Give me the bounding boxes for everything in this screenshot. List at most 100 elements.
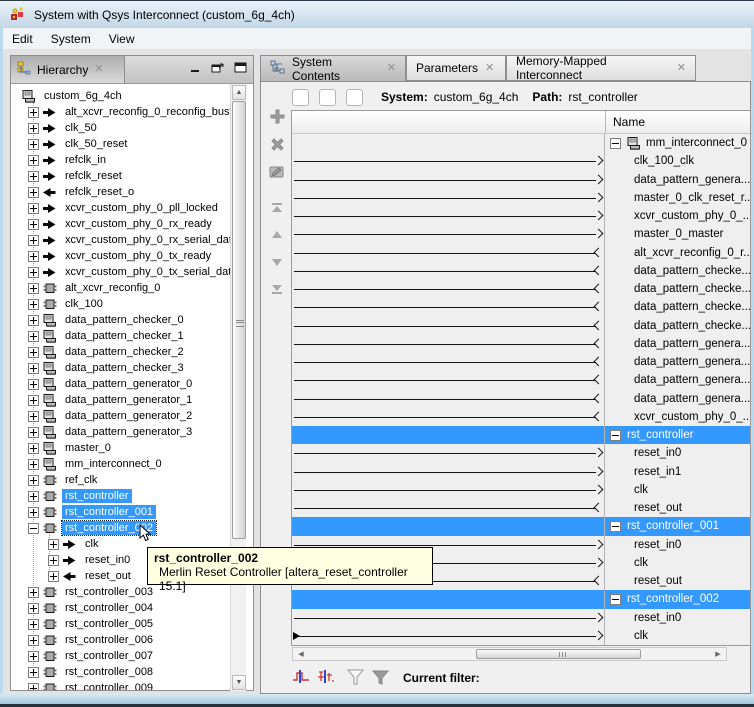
tree-item-rst_controller[interactable]: rst_controller bbox=[12, 488, 230, 504]
expand-icon[interactable] bbox=[28, 347, 39, 358]
table-row-data_pattern_checke...[interactable]: data_pattern_checke... bbox=[292, 262, 750, 280]
filter-funnel-icon[interactable] bbox=[346, 669, 365, 688]
table-row-data_pattern_genera...[interactable]: data_pattern_genera... bbox=[292, 371, 750, 389]
expand-icon[interactable] bbox=[28, 475, 39, 486]
tree-item-data_pattern_generator_3[interactable]: data_pattern_generator_3 bbox=[12, 424, 230, 440]
title-bar[interactable]: System with Qsys Interconnect (custom_6g… bbox=[0, 0, 754, 28]
table-row-alt_xcvr_reconfig_0_r...[interactable]: alt_xcvr_reconfig_0_r... bbox=[292, 244, 750, 262]
collapse-icon[interactable] bbox=[610, 430, 621, 441]
tree-item-refclk_reset_o[interactable]: refclk_reset_o bbox=[12, 184, 230, 200]
expand-icon[interactable] bbox=[28, 155, 39, 166]
table-row-rst_controller_001[interactable]: rst_controller_001 bbox=[292, 517, 750, 535]
tree-item-master_0[interactable]: master_0 bbox=[12, 440, 230, 456]
tree-item-rst_controller_002[interactable]: rst_controller_002 bbox=[12, 520, 230, 536]
expand-icon[interactable] bbox=[28, 203, 39, 214]
expand-icon[interactable] bbox=[28, 123, 39, 134]
tree-item-rst_controller_009[interactable]: rst_controller_009 bbox=[12, 680, 230, 690]
table-row-master_0_master[interactable]: master_0_master bbox=[292, 225, 750, 243]
tree-item-rst_controller_006[interactable]: rst_controller_006 bbox=[12, 632, 230, 648]
tree-item-rst_controller_008[interactable]: rst_controller_008 bbox=[12, 664, 230, 680]
table-row-reset_in0[interactable]: reset_in0 bbox=[292, 444, 750, 462]
expand-icon[interactable] bbox=[28, 379, 39, 390]
toolbar-button-1[interactable] bbox=[292, 89, 309, 106]
tree-item-data_pattern_checker_1[interactable]: data_pattern_checker_1 bbox=[12, 328, 230, 344]
table-row-master_0_clk_reset_r...[interactable]: master_0_clk_reset_r... bbox=[292, 189, 750, 207]
tree-item-data_pattern_generator_1[interactable]: data_pattern_generator_1 bbox=[12, 392, 230, 408]
expand-icon[interactable] bbox=[28, 603, 39, 614]
menu-edit[interactable]: Edit bbox=[3, 30, 42, 48]
tree-item-ref_clk[interactable]: ref_clk bbox=[12, 472, 230, 488]
close-icon[interactable]: ✕ bbox=[387, 63, 396, 74]
waveform-signal-icon[interactable] bbox=[316, 669, 335, 687]
expand-icon[interactable] bbox=[28, 267, 39, 278]
expand-icon[interactable] bbox=[28, 283, 39, 294]
tree-item-rst_controller_001[interactable]: rst_controller_001 bbox=[12, 504, 230, 520]
remove-icon[interactable] bbox=[264, 132, 290, 156]
collapse-icon[interactable] bbox=[610, 521, 621, 532]
collapse-icon[interactable] bbox=[28, 523, 39, 534]
table-row-data_pattern_genera...[interactable]: data_pattern_genera... bbox=[292, 335, 750, 353]
expand-icon[interactable] bbox=[28, 619, 39, 630]
scroll-left-icon[interactable]: ◀ bbox=[294, 649, 308, 659]
tree-item-data_pattern_checker_2[interactable]: data_pattern_checker_2 bbox=[12, 344, 230, 360]
table-row-data_pattern_genera...[interactable]: data_pattern_genera... bbox=[292, 171, 750, 189]
tree-item-xcvr_custom_phy_0_pll_locked[interactable]: xcvr_custom_phy_0_pll_locked bbox=[12, 200, 230, 216]
expand-icon[interactable] bbox=[28, 315, 39, 326]
tree-item-xcvr_custom_phy_0_tx_ready[interactable]: xcvr_custom_phy_0_tx_ready bbox=[12, 248, 230, 264]
table-row-reset_out[interactable]: reset_out bbox=[292, 499, 750, 517]
table-row-data_pattern_checke...[interactable]: data_pattern_checke... bbox=[292, 298, 750, 316]
expand-icon[interactable] bbox=[28, 107, 39, 118]
toolbar-button-3[interactable] bbox=[346, 89, 363, 106]
hierarchy-vertical-scrollbar[interactable]: ▲ ▼ bbox=[230, 84, 246, 691]
tree-item-clk_50[interactable]: clk_50 bbox=[12, 120, 230, 136]
expand-icon[interactable] bbox=[28, 459, 39, 470]
tree-item-rst_controller_007[interactable]: rst_controller_007 bbox=[12, 648, 230, 664]
filter-clear-icon[interactable] bbox=[370, 669, 390, 688]
toolbar-button-2[interactable] bbox=[319, 89, 336, 106]
close-icon[interactable]: ✕ bbox=[677, 63, 686, 74]
expand-icon[interactable] bbox=[28, 411, 39, 422]
tree-item-refclk_reset[interactable]: refclk_reset bbox=[12, 168, 230, 184]
move-top-icon[interactable] bbox=[264, 196, 290, 220]
tree-item-refclk_in[interactable]: refclk_in bbox=[12, 152, 230, 168]
minimize-icon[interactable] bbox=[190, 62, 201, 76]
tree-item-xcvr_custom_phy_0_rx_serial_data[interactable]: xcvr_custom_phy_0_rx_serial_data bbox=[12, 232, 230, 248]
table-row-clk_100_clk[interactable]: clk_100_clk bbox=[292, 152, 750, 170]
maximize-icon[interactable] bbox=[234, 62, 247, 76]
tree-item-mm_interconnect_0[interactable]: mm_interconnect_0 bbox=[12, 456, 230, 472]
expand-icon[interactable] bbox=[28, 667, 39, 678]
expand-icon[interactable] bbox=[28, 651, 39, 662]
menu-system[interactable]: System bbox=[42, 30, 100, 48]
expand-icon[interactable] bbox=[28, 395, 39, 406]
expand-icon[interactable] bbox=[28, 491, 39, 502]
expand-icon[interactable] bbox=[28, 299, 39, 310]
tree-item-data_pattern_checker_3[interactable]: data_pattern_checker_3 bbox=[12, 360, 230, 376]
expand-icon[interactable] bbox=[28, 331, 39, 342]
close-icon[interactable]: ✕ bbox=[485, 63, 494, 74]
expand-icon[interactable] bbox=[28, 251, 39, 262]
tree-item-xcvr_custom_phy_0_rx_ready[interactable]: xcvr_custom_phy_0_rx_ready bbox=[12, 216, 230, 232]
expand-icon[interactable] bbox=[48, 539, 59, 550]
table-row-xcvr_custom_phy_0_...[interactable]: xcvr_custom_phy_0_... bbox=[292, 408, 750, 426]
expand-icon[interactable] bbox=[28, 219, 39, 230]
tab-memory-mapped-interconnect[interactable]: Memory-Mapped Interconnect ✕ bbox=[506, 55, 696, 81]
expand-icon[interactable] bbox=[28, 443, 39, 454]
table-row-clk[interactable]: clk bbox=[292, 627, 750, 645]
expand-icon[interactable] bbox=[28, 587, 39, 598]
menu-view[interactable]: View bbox=[100, 30, 144, 48]
tree-item-rst_controller_004[interactable]: rst_controller_004 bbox=[12, 600, 230, 616]
expand-icon[interactable] bbox=[28, 363, 39, 374]
table-row-reset_in1[interactable]: reset_in1 bbox=[292, 463, 750, 481]
tree-item-custom_6g_4ch[interactable]: custom_6g_4ch bbox=[12, 88, 230, 104]
tree-item-rst_controller_005[interactable]: rst_controller_005 bbox=[12, 616, 230, 632]
scrollbar-thumb[interactable] bbox=[476, 649, 641, 659]
expand-icon[interactable] bbox=[28, 507, 39, 518]
tree-item-data_pattern_generator_0[interactable]: data_pattern_generator_0 bbox=[12, 376, 230, 392]
expand-icon[interactable] bbox=[28, 171, 39, 182]
expand-icon[interactable] bbox=[48, 571, 59, 582]
table-row-clk[interactable]: clk bbox=[292, 481, 750, 499]
table-row-mm_interconnect_0[interactable]: mm_interconnect_0 bbox=[292, 134, 750, 152]
table-row-reset_in0[interactable]: reset_in0 bbox=[292, 609, 750, 627]
table-row-data_pattern_genera...[interactable]: data_pattern_genera... bbox=[292, 390, 750, 408]
tree-item-clk_50_reset[interactable]: clk_50_reset bbox=[12, 136, 230, 152]
